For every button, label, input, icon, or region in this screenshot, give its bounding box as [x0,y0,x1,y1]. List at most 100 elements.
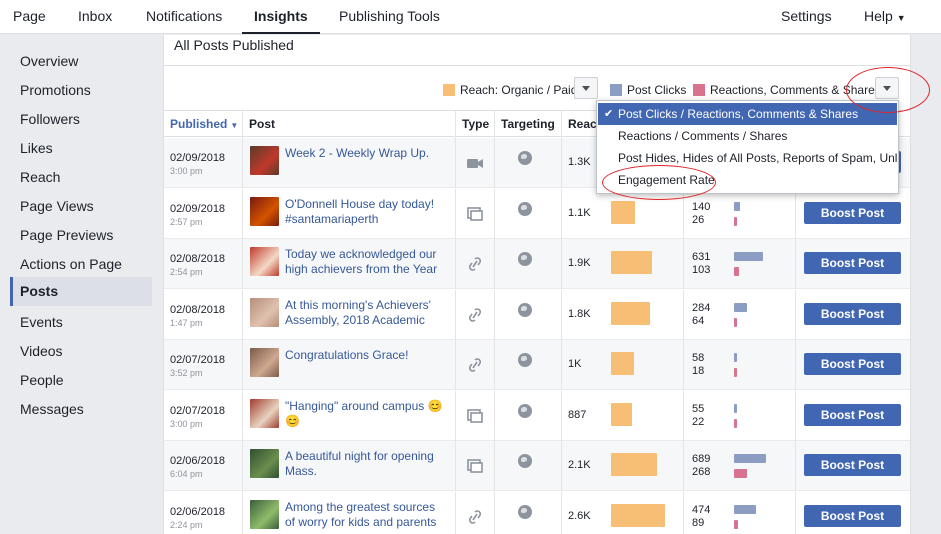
nav-tab-insights[interactable]: Insights [242,0,320,34]
chevron-down-icon: ▼ [896,13,906,23]
nav-tab-publishing-tools[interactable]: Publishing Tools [339,0,440,34]
cell-targeting [495,289,562,340]
globe-icon [518,201,532,216]
nav-tab-page[interactable]: Page [13,0,46,34]
sidebar-item-reach[interactable]: Reach [10,163,152,191]
link-icon [465,255,485,273]
sidebar-item-actions-on-page[interactable]: Actions on Page [10,250,152,278]
post-link[interactable]: A beautiful night for opening Mass. [285,449,447,479]
globe-icon [518,504,532,519]
post-date: 02/06/2018 [170,455,226,467]
post-thumbnail[interactable] [250,196,279,226]
post-link[interactable]: Among the greatest sources of worry for … [285,500,447,532]
page-title: All Posts Published [174,37,294,53]
boost-post-button[interactable]: Boost Post [804,302,901,325]
cell-targeting [495,390,562,441]
post-thumbnail[interactable] [250,297,279,327]
post-link[interactable]: "Hanging" around campus 😊😊 [285,399,447,429]
boost-post-button[interactable]: Boost Post [804,353,901,375]
post-time: 3:00 pm [170,418,203,429]
link-icon [465,306,485,324]
post-thumbnail[interactable] [250,247,279,276]
post-time: 2:57 pm [170,216,203,227]
globe-icon [518,252,532,266]
sidebar-item-people[interactable]: People [10,366,152,394]
menu-item-engagement-rate[interactable]: Engagement Rate [598,169,897,191]
sidebar-item-page-views[interactable]: Page Views [10,192,152,220]
boost-post-button[interactable]: Boost Post [804,252,901,274]
post-time: 1:47 pm [170,317,203,328]
sidebar-item-followers[interactable]: Followers [10,105,152,133]
post-clicks-value: 58 [692,352,705,364]
sidebar-item-events[interactable]: Events [10,308,152,336]
cell-published: 02/07/2018 3:00 pm [164,390,243,441]
post-thumbnail[interactable] [250,348,279,377]
menu-item-reactions-comments-shares[interactable]: Reactions / Comments / Shares [598,125,897,147]
boost-post-button[interactable]: Boost Post [804,403,901,426]
reach-metric-dropdown-button[interactable] [574,77,598,99]
column-header-post[interactable]: Post [243,111,456,138]
column-header-type[interactable]: Type [456,111,495,138]
post-link[interactable]: O'Donnell House day today! #santamariape… [285,197,447,229]
cell-published: 02/08/2018 2:54 pm [164,239,243,289]
cell-engagement: 58 18 [684,340,796,390]
post-clicks-value: 631 [692,251,711,263]
column-header-targeting[interactable]: Targeting [495,111,562,138]
table-row: 02/06/2018 2:24 pm Among the greatest sour… [164,491,910,534]
menu-item-post-hides[interactable]: Post Hides, Hides of All Posts, Reports … [598,147,897,169]
post-link[interactable]: Week 2 - Weekly Wrap Up. [285,146,447,161]
table-row: 02/07/2018 3:00 pm "Hanging" around campus… [164,390,910,441]
album-icon [465,457,485,475]
post-thumbnail[interactable] [250,398,279,428]
globe-icon [518,353,532,367]
cell-published: 02/07/2018 3:52 pm [164,340,243,390]
sidebar-item-promotions[interactable]: Promotions [10,76,152,104]
sidebar-item-messages[interactable]: Messages [10,395,152,423]
album-icon [465,205,485,223]
cell-targeting [495,188,562,239]
reach-bar [611,453,657,476]
cell-targeting [495,239,562,289]
cell-published: 02/06/2018 2:24 pm [164,491,243,534]
menu-item-post-clicks-reactions[interactable]: ✔ Post Clicks / Reactions, Comments & Sha… [598,103,897,125]
reactions-bar [734,469,747,478]
post-thumbnail[interactable] [250,449,279,478]
sort-desc-icon: ▼ [230,121,239,130]
cell-targeting [495,340,562,390]
sidebar-item-likes[interactable]: Likes [10,134,152,162]
nav-settings[interactable]: Settings [781,0,832,34]
post-thumbnail[interactable] [250,499,279,529]
nav-help[interactable]: Help ▼ [864,0,906,34]
post-clicks-bar [734,201,740,211]
column-header-published[interactable]: Published ▼ [164,111,243,138]
boost-post-button[interactable]: Boost Post [804,504,901,527]
reach-value: 2.1K [568,459,591,471]
link-icon [465,356,485,374]
post-thumbnail[interactable] [250,146,279,175]
reactions-value: 26 [692,213,705,226]
reach-value: 1.1K [568,206,591,219]
boost-post-button[interactable]: Boost Post [804,454,901,476]
nav-tab-notifications[interactable]: Notifications [146,0,222,34]
reactions-value: 103 [692,264,711,276]
boost-post-button[interactable]: Boost Post [804,201,901,224]
post-date: 02/07/2018 [170,404,226,417]
sidebar-item-overview[interactable]: Overview [10,47,152,75]
cell-boost: Boost Post [796,441,910,491]
sidebar-item-videos[interactable]: Videos [10,337,152,365]
column-header-published-label: Published [170,117,228,131]
globe-icon [518,151,532,165]
sidebar-item-page-previews[interactable]: Page Previews [10,221,152,249]
post-link[interactable]: Today we acknowledged our high achievers… [285,247,447,279]
cell-type [456,390,495,441]
checkmark-icon: ✔ [604,108,614,120]
post-link[interactable]: Congratulations Grace! [285,348,447,363]
sidebar-item-posts[interactable]: Posts [10,277,152,306]
cell-reach: 2.6K [562,491,684,534]
engagement-metric-dropdown-button[interactable] [875,77,899,99]
reach-legend-swatch [443,84,455,96]
nav-tab-inbox[interactable]: Inbox [78,0,112,34]
post-link[interactable]: At this morning's Achievers' Assembly, 2… [285,298,447,330]
posts-panel: All Posts Published Reach: Organic / Pai… [163,35,911,534]
table-row: 02/09/2018 2:57 pm O'Donnell House day tod… [164,188,910,239]
